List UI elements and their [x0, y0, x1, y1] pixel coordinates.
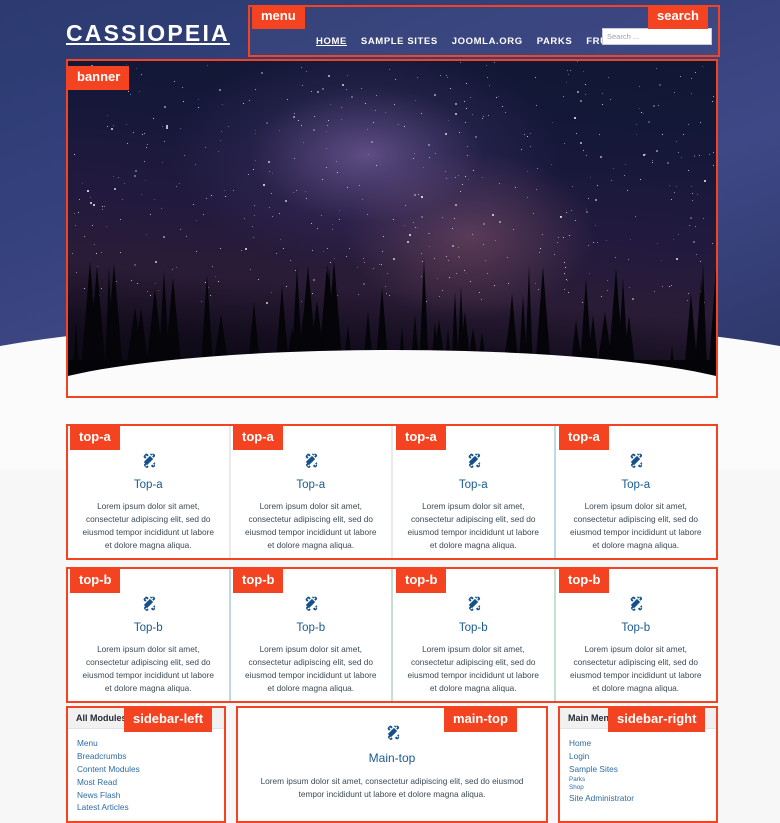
nav-item-home[interactable]: HOME — [316, 31, 347, 49]
list-item[interactable]: Content Modules — [77, 763, 215, 776]
joomla-icon — [143, 596, 156, 611]
module-title: Top-a — [296, 479, 326, 491]
joomla-icon — [630, 596, 643, 611]
module-title: Top-b — [133, 622, 163, 634]
module-text: Lorem ipsum dolor sit amet, consectetur … — [245, 501, 377, 550]
top-a-position-block: Top-a Lorem ipsum dolor sit amet, consec… — [66, 424, 718, 560]
module-title: Top-a — [458, 479, 488, 491]
badge-top-a: top-a — [396, 426, 446, 450]
module-text: Lorem ipsum dolor sit amet, consectetur … — [407, 644, 539, 693]
module-title: Top-b — [296, 622, 326, 634]
badge-top-b: top-b — [396, 569, 447, 593]
nav-item-sample-sites[interactable]: SAMPLE SITES — [361, 31, 438, 49]
top-b-position-block: Top-b Lorem ipsum dolor sit amet, consec… — [66, 567, 718, 703]
module-title: Top-b — [458, 622, 488, 634]
badge-search: search — [648, 5, 708, 29]
module-text: Lorem ipsum dolor sit amet, consectetur … — [570, 501, 702, 550]
sidebar-right-link[interactable]: Parks — [569, 775, 707, 783]
joomla-icon — [630, 453, 643, 468]
main-top-text: Lorem ipsum dolor sit amet, consectetur … — [260, 776, 524, 799]
list-item[interactable]: Login — [569, 750, 707, 763]
main-navigation: HOME SAMPLE SITES JOOMLA.ORG PARKS FRUIT… — [316, 31, 650, 49]
joomla-icon — [468, 596, 481, 611]
list-item[interactable]: Site Administrator — [569, 792, 707, 805]
joomla-icon — [305, 596, 318, 611]
badge-top-a: top-a — [70, 426, 120, 450]
site-logo[interactable]: CASSIOPEIA — [66, 20, 230, 47]
search-input[interactable] — [602, 28, 712, 45]
sidebar-right-list: Home Login Sample Sites Parks Shop Site … — [569, 737, 707, 805]
list-item[interactable]: Shop — [569, 784, 707, 792]
joomla-icon — [143, 453, 156, 468]
main-top-title: Main-top — [368, 751, 416, 765]
sidebar-left-link[interactable]: Content Modules — [77, 763, 215, 776]
sidebar-left-body: Menu Breadcrumbs Content Modules Most Re… — [68, 729, 224, 821]
list-item[interactable]: Most Read — [77, 775, 215, 788]
module-text: Lorem ipsum dolor sit amet, consectetur … — [245, 644, 377, 693]
sidebar-left-link[interactable]: Menu — [77, 737, 215, 750]
list-item[interactable]: News Flash — [77, 788, 215, 801]
module-text: Lorem ipsum dolor sit amet, consectetur … — [570, 644, 702, 693]
nav-link-sample-sites[interactable]: SAMPLE SITES — [361, 36, 438, 47]
sidebar-right-link[interactable]: Home — [569, 737, 707, 750]
module-title: Top-b — [621, 622, 651, 634]
list-item[interactable]: Home — [569, 737, 707, 750]
nav-item-joomla-org[interactable]: JOOMLA.ORG — [452, 31, 523, 49]
sidebar-right-link[interactable]: Login — [569, 750, 707, 763]
banner-image — [68, 61, 716, 396]
badge-sidebar-left: sidebar-left — [124, 708, 213, 732]
joomla-icon — [387, 725, 399, 740]
list-item[interactable]: Breadcrumbs — [77, 750, 215, 763]
sidebar-right-link[interactable]: Site Administrator — [569, 792, 707, 805]
list-item[interactable]: Latest Articles — [77, 801, 215, 814]
badge-sidebar-right: sidebar-right — [608, 708, 706, 732]
sidebar-left-link[interactable]: Latest Articles — [77, 801, 215, 814]
nav-link-parks[interactable]: PARKS — [537, 36, 573, 47]
joomla-icon — [468, 453, 481, 468]
module-title: Top-a — [133, 479, 163, 491]
list-item[interactable]: Menu — [77, 737, 215, 750]
sidebar-left-link[interactable]: Most Read — [77, 775, 215, 788]
badge-top-a: top-a — [559, 426, 609, 450]
sidebar-left-link[interactable]: Breadcrumbs — [77, 750, 215, 763]
module-title: Top-a — [621, 479, 651, 491]
badge-banner: banner — [68, 66, 130, 90]
sidebar-right-body: Home Login Sample Sites Parks Shop Site … — [560, 729, 716, 813]
sidebar-right-link[interactable]: Sample Sites — [569, 763, 707, 776]
sidebar-left-link[interactable]: News Flash — [77, 788, 215, 801]
page-root: CASSIOPEIA HOME SAMPLE SITES JOOMLA.ORG … — [0, 0, 780, 823]
nav-item-parks[interactable]: PARKS — [537, 31, 573, 49]
list-item[interactable]: Parks — [569, 775, 707, 783]
badge-top-a: top-a — [233, 426, 283, 450]
badge-top-b: top-b — [233, 569, 284, 593]
banner-position-block — [66, 59, 718, 398]
sidebar-right-link[interactable]: Shop — [569, 784, 707, 792]
badge-menu: menu — [252, 5, 305, 29]
nav-link-joomla-org[interactable]: JOOMLA.ORG — [452, 36, 523, 47]
module-text: Lorem ipsum dolor sit amet, consectetur … — [407, 501, 539, 550]
module-text: Lorem ipsum dolor sit amet, consectetur … — [82, 501, 214, 550]
joomla-icon — [305, 453, 318, 468]
nav-link-home[interactable]: HOME — [316, 36, 347, 47]
badge-main-top: main-top — [444, 708, 517, 732]
badge-top-b: top-b — [70, 569, 121, 593]
badge-top-b: top-b — [559, 569, 610, 593]
module-text: Lorem ipsum dolor sit amet, consectetur … — [82, 644, 214, 693]
sidebar-left-list: Menu Breadcrumbs Content Modules Most Re… — [77, 737, 215, 814]
list-item[interactable]: Sample Sites — [569, 763, 707, 776]
